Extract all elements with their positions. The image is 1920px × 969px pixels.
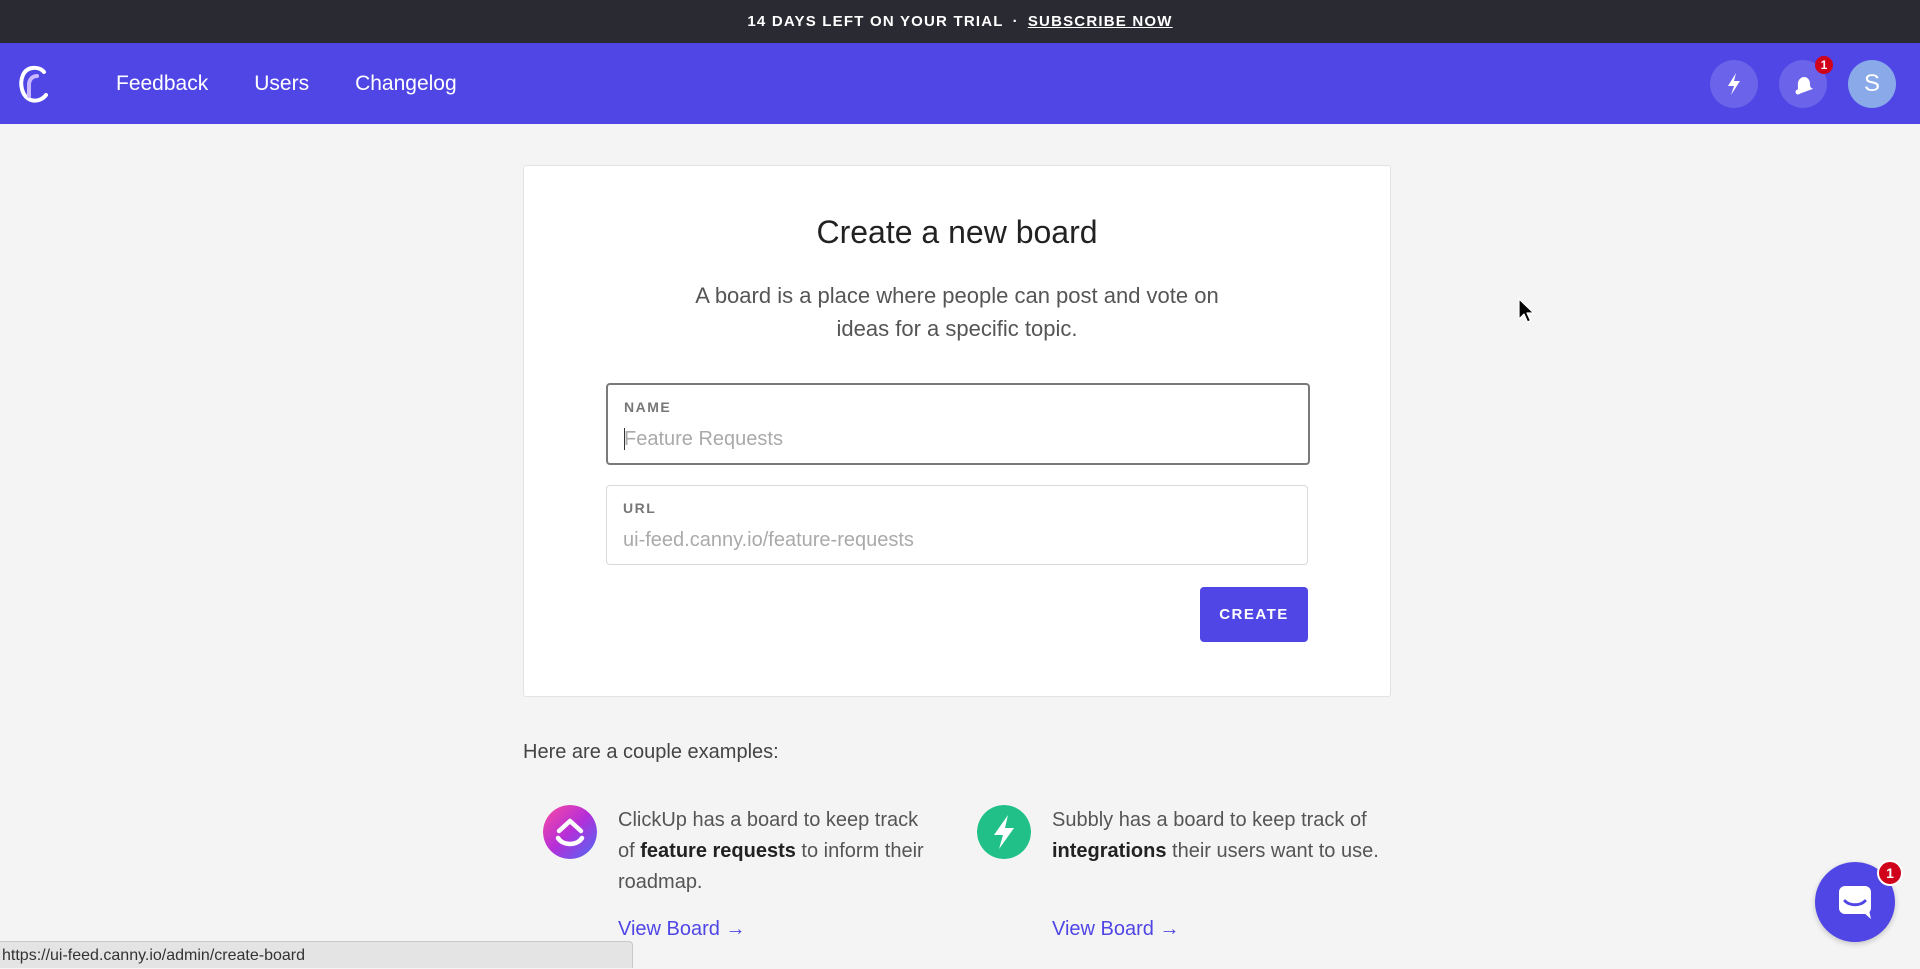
chat-icon <box>1839 886 1871 919</box>
view-board-link[interactable]: View Board → <box>1052 918 1179 941</box>
example-clickup-text: ClickUp has a board to keep track of fea… <box>618 809 924 893</box>
mouse-cursor-icon <box>1518 298 1535 323</box>
url-field[interactable]: URL <box>606 485 1308 565</box>
trial-message: 14 DAYS LEFT ON YOUR TRIAL <box>747 13 1004 30</box>
trial-separator: · <box>1012 13 1019 30</box>
example-subbly-text: Subbly has a board to keep track of inte… <box>1052 809 1379 862</box>
lightning-icon <box>1728 73 1740 95</box>
create-board-card: Create a new board A board is a place wh… <box>523 165 1391 697</box>
user-avatar[interactable]: S <box>1848 60 1896 108</box>
chat-badge: 1 <box>1877 860 1903 886</box>
trial-banner: 14 DAYS LEFT ON YOUR TRIAL · SUBSCRIBE N… <box>0 0 1920 43</box>
name-field[interactable]: NAME <box>606 383 1310 465</box>
status-bar-url: https://ui-feed.canny.io/admin/create-bo… <box>0 941 633 968</box>
notifications-button[interactable]: 1 <box>1779 56 1833 108</box>
bell-icon <box>1795 77 1814 95</box>
url-field-label: URL <box>623 500 657 516</box>
canny-logo-icon[interactable] <box>16 63 52 105</box>
nav-changelog[interactable]: Changelog <box>355 72 457 96</box>
nav-links: Feedback Users Changelog <box>116 43 503 124</box>
nav-actions: 1 S <box>1689 56 1896 108</box>
lightning-button[interactable] <box>1710 60 1758 108</box>
page-title: Create a new board <box>816 214 1098 250</box>
url-input[interactable] <box>623 526 1283 554</box>
clickup-logo-icon <box>543 805 597 859</box>
notification-badge: 1 <box>1815 56 1833 74</box>
nav-users[interactable]: Users <box>254 72 309 96</box>
top-nav: Feedback Users Changelog 1 S <box>0 43 1920 124</box>
chat-button[interactable]: 1 <box>1815 860 1903 942</box>
name-input[interactable] <box>624 425 1284 453</box>
create-button[interactable]: CREATE <box>1200 587 1308 642</box>
nav-feedback[interactable]: Feedback <box>116 72 208 96</box>
text-caret <box>624 428 625 450</box>
board-description: A board is a place where people can post… <box>695 283 1219 341</box>
subbly-logo-icon <box>977 805 1031 859</box>
examples-heading: Here are a couple examples: <box>523 741 779 763</box>
view-board-link[interactable]: View Board → <box>618 918 745 941</box>
subscribe-now-link[interactable]: SUBSCRIBE NOW <box>1028 13 1173 30</box>
name-field-label: NAME <box>624 399 672 415</box>
